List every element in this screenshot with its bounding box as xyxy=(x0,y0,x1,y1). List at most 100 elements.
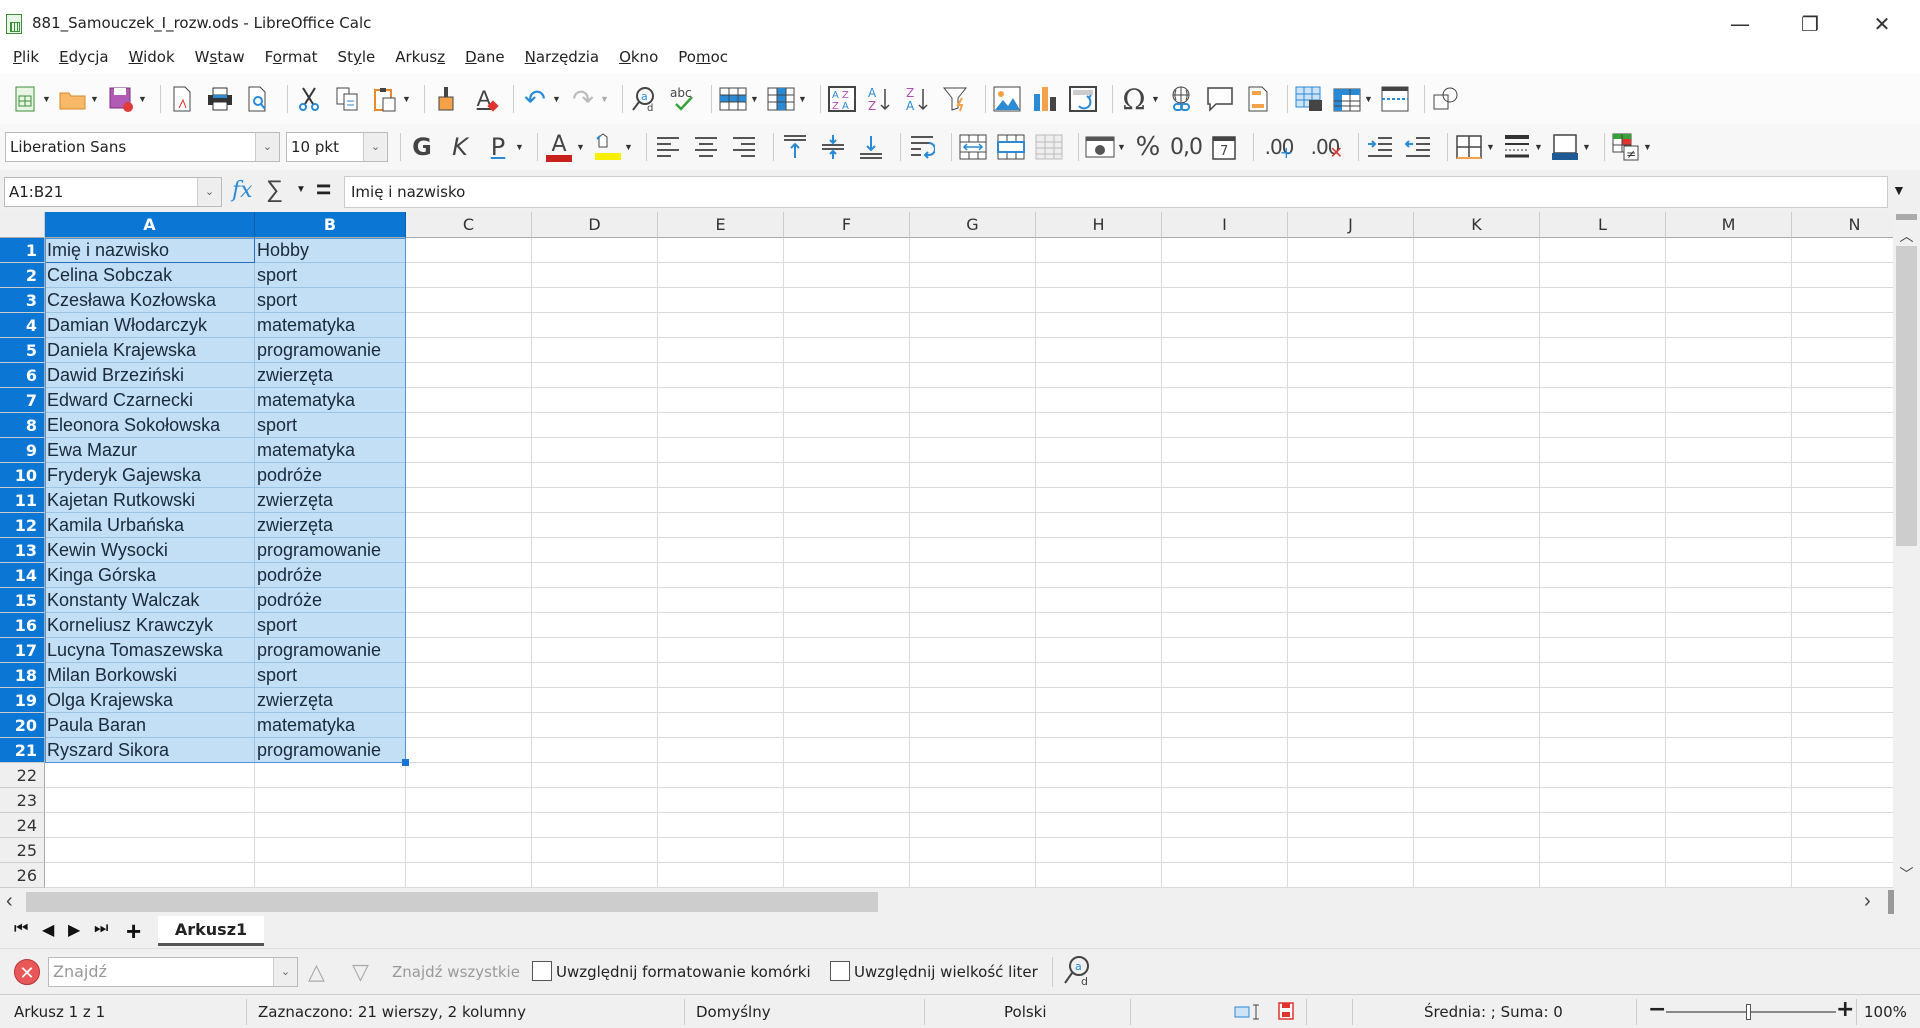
row-header[interactable]: 11 xyxy=(0,488,45,513)
cell-a8[interactable]: Eleonora Sokołowska xyxy=(45,413,255,438)
hyperlink-icon[interactable] xyxy=(1167,84,1197,114)
cell-n2[interactable] xyxy=(1792,263,1893,288)
row-header[interactable]: 21 xyxy=(0,738,45,763)
match-case-checkbox[interactable] xyxy=(830,961,850,981)
cell-m24[interactable] xyxy=(1666,813,1792,838)
chart-icon[interactable] xyxy=(1030,84,1060,114)
cell-m23[interactable] xyxy=(1666,788,1792,813)
sort-descending-icon[interactable]: ZA xyxy=(903,84,933,114)
cell-j17[interactable] xyxy=(1288,638,1414,663)
cell-k2[interactable] xyxy=(1414,263,1540,288)
scroll-up-icon[interactable]: ︿ xyxy=(1893,226,1920,244)
cell-g17[interactable] xyxy=(910,638,1036,663)
cell-j25[interactable] xyxy=(1288,838,1414,863)
autofill-handle[interactable] xyxy=(402,759,409,766)
cell-l16[interactable] xyxy=(1540,613,1666,638)
cell-h5[interactable] xyxy=(1036,338,1162,363)
cell-b26[interactable] xyxy=(255,863,406,888)
cell-n23[interactable] xyxy=(1792,788,1893,813)
column-header-h[interactable]: H xyxy=(1036,212,1162,238)
font-color-button[interactable]: A xyxy=(544,132,574,162)
cell-l19[interactable] xyxy=(1540,688,1666,713)
row-header[interactable]: 24 xyxy=(0,813,45,838)
cut-icon[interactable] xyxy=(294,84,324,114)
underline-dropdown[interactable]: ▼ xyxy=(515,142,525,152)
row-header[interactable]: 2 xyxy=(0,263,45,288)
cell-a25[interactable] xyxy=(45,838,255,863)
cell-i18[interactable] xyxy=(1162,663,1288,688)
cell-a21[interactable]: Ryszard Sikora xyxy=(45,738,255,763)
standard-number-format-button[interactable]: 0,0 xyxy=(1170,132,1203,162)
spelling-icon[interactable]: abc xyxy=(667,84,697,114)
cell-n14[interactable] xyxy=(1792,563,1893,588)
cell-e20[interactable] xyxy=(658,713,784,738)
zoom-out-button[interactable]: − xyxy=(1648,997,1666,1022)
cell-b3[interactable]: sport xyxy=(255,288,406,313)
cell-b21[interactable]: programowanie xyxy=(255,738,406,763)
cell-l17[interactable] xyxy=(1540,638,1666,663)
cell-f13[interactable] xyxy=(784,538,910,563)
new-dropdown[interactable]: ▼ xyxy=(42,94,52,104)
close-button[interactable]: ✕ xyxy=(1858,8,1906,40)
cell-f12[interactable] xyxy=(784,513,910,538)
cell-e23[interactable] xyxy=(658,788,784,813)
cell-c14[interactable] xyxy=(406,563,532,588)
row-header[interactable]: 12 xyxy=(0,513,45,538)
cell-h14[interactable] xyxy=(1036,563,1162,588)
cell-g1[interactable] xyxy=(910,238,1036,263)
cell-i24[interactable] xyxy=(1162,813,1288,838)
cell-e12[interactable] xyxy=(658,513,784,538)
cell-c11[interactable] xyxy=(406,488,532,513)
column-dropdown[interactable]: ▼ xyxy=(798,94,808,104)
cell-b6[interactable]: zwierzęta xyxy=(255,363,406,388)
cell-j13[interactable] xyxy=(1288,538,1414,563)
cell-c12[interactable] xyxy=(406,513,532,538)
row-header[interactable]: 20 xyxy=(0,713,45,738)
cell-h8[interactable] xyxy=(1036,413,1162,438)
cell-e25[interactable] xyxy=(658,838,784,863)
cell-h15[interactable] xyxy=(1036,588,1162,613)
cell-j24[interactable] xyxy=(1288,813,1414,838)
cell-i3[interactable] xyxy=(1162,288,1288,313)
cell-e18[interactable] xyxy=(658,663,784,688)
cell-m7[interactable] xyxy=(1666,388,1792,413)
cell-h13[interactable] xyxy=(1036,538,1162,563)
cell-g12[interactable] xyxy=(910,513,1036,538)
menu-pomoc[interactable]: Pomoc xyxy=(678,44,728,74)
cell-n10[interactable] xyxy=(1792,463,1893,488)
column-header-j[interactable]: J xyxy=(1288,212,1414,238)
cell-m2[interactable] xyxy=(1666,263,1792,288)
cell-j8[interactable] xyxy=(1288,413,1414,438)
cell-n8[interactable] xyxy=(1792,413,1893,438)
redo-dropdown[interactable]: ▼ xyxy=(600,94,610,104)
cell-j4[interactable] xyxy=(1288,313,1414,338)
cell-j14[interactable] xyxy=(1288,563,1414,588)
cell-h21[interactable] xyxy=(1036,738,1162,763)
cell-i7[interactable] xyxy=(1162,388,1288,413)
cell-k15[interactable] xyxy=(1414,588,1540,613)
menu-wstaw[interactable]: Wstaw xyxy=(195,44,245,74)
freeze-dropdown[interactable]: ▼ xyxy=(1364,94,1374,104)
cell-f6[interactable] xyxy=(784,363,910,388)
cell-a23[interactable] xyxy=(45,788,255,813)
cell-f16[interactable] xyxy=(784,613,910,638)
cell-e1[interactable] xyxy=(658,238,784,263)
formula-input[interactable]: Imię i nazwisko xyxy=(344,176,1888,208)
cell-m19[interactable] xyxy=(1666,688,1792,713)
cell-j26[interactable] xyxy=(1288,863,1414,888)
language[interactable]: Polski xyxy=(1004,1003,1047,1021)
first-sheet-icon[interactable]: ⏮ xyxy=(14,920,28,938)
cell-d3[interactable] xyxy=(532,288,658,313)
cell-j5[interactable] xyxy=(1288,338,1414,363)
previous-sheet-icon[interactable]: ◀ xyxy=(42,920,54,940)
cell-d1[interactable] xyxy=(532,238,658,263)
add-sheet-icon[interactable]: + xyxy=(126,916,141,947)
cell-j21[interactable] xyxy=(1288,738,1414,763)
cell-c25[interactable] xyxy=(406,838,532,863)
cell-g2[interactable] xyxy=(910,263,1036,288)
number-format-dropdown[interactable]: ▼ xyxy=(1117,142,1127,152)
percent-button[interactable]: % xyxy=(1133,132,1163,162)
show-draw-functions-icon[interactable] xyxy=(1431,84,1461,114)
cell-a5[interactable]: Daniela Krajewska xyxy=(45,338,255,363)
cell-h1[interactable] xyxy=(1036,238,1162,263)
